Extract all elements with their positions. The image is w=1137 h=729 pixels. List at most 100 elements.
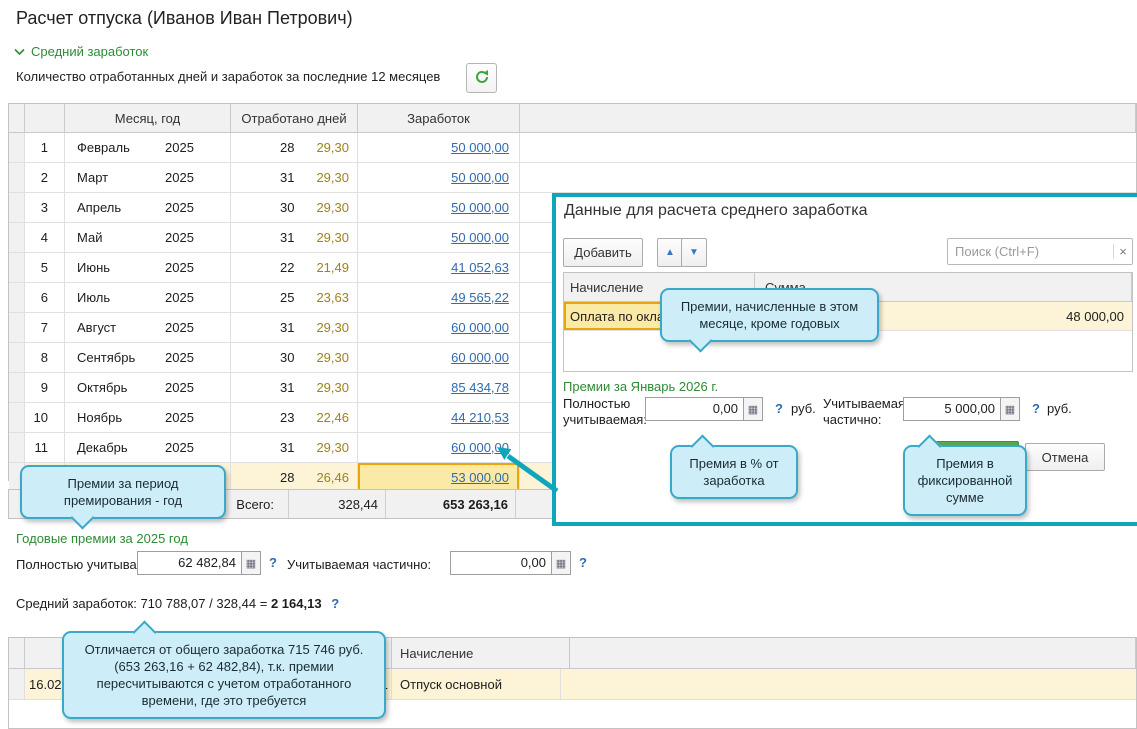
annual-premiums-link[interactable]: Годовые премии за 2025 год — [16, 531, 188, 546]
days-worked-cell[interactable]: 28 29,30 — [231, 133, 358, 162]
days-worked-cell[interactable]: 31 29,30 — [231, 163, 358, 192]
row-selector-cell[interactable] — [9, 343, 25, 372]
month-year-cell[interactable]: Май 2025 — [65, 223, 231, 252]
days-worked-cell[interactable]: 23 22,46 — [231, 403, 358, 432]
row-selector-cell[interactable] — [9, 193, 25, 222]
earnings-link[interactable]: 41 052,63 — [451, 260, 509, 275]
section-toggle-average-earnings[interactable]: Средний заработок — [14, 44, 148, 59]
earnings-cell[interactable]: 49 565,22 — [358, 283, 520, 312]
calendar-days: 29,30 — [316, 140, 349, 155]
accrual-name-cell[interactable]: Отпуск основной — [392, 669, 561, 699]
days-worked-cell[interactable]: 30 29,30 — [231, 343, 358, 372]
annual-partial-label: Учитываемая частично: — [287, 557, 432, 572]
earnings-link[interactable]: 44 210,53 — [451, 410, 509, 425]
row-selector-cell[interactable] — [9, 163, 25, 192]
earnings-cell[interactable]: 50 000,00 — [358, 163, 520, 192]
earnings-link[interactable]: 60 000,00 — [451, 320, 509, 335]
month-label: Июнь — [77, 260, 111, 275]
move-up-button[interactable]: ▲ — [657, 238, 683, 267]
earnings-cell[interactable]: 50 000,00 — [358, 223, 520, 252]
earnings-link[interactable]: 50 000,00 — [451, 140, 509, 155]
earnings-link[interactable]: 85 434,78 — [451, 380, 509, 395]
month-year-cell[interactable]: Июль 2025 — [65, 283, 231, 312]
days-worked-cell[interactable]: 31 29,30 — [231, 223, 358, 252]
search-input[interactable]: Поиск (Ctrl+F) × — [947, 238, 1133, 265]
days-worked-cell[interactable]: 30 29,30 — [231, 193, 358, 222]
accrual-empty-cell[interactable] — [561, 669, 1136, 699]
totals-earnings: 653 263,16 — [386, 490, 516, 518]
month-year-cell[interactable]: Декабрь 2025 — [65, 433, 231, 462]
earnings-link[interactable]: 50 000,00 — [451, 200, 509, 215]
move-down-button[interactable]: ▼ — [681, 238, 707, 267]
earnings-link[interactable]: 50 000,00 — [451, 170, 509, 185]
calculator-icon[interactable]: ▦ — [551, 552, 570, 574]
earnings-link[interactable]: 60 000,00 — [451, 350, 509, 365]
year-label: 2025 — [165, 230, 194, 245]
refresh-button[interactable] — [466, 63, 497, 93]
days-worked-cell[interactable]: 31 29,30 — [231, 433, 358, 462]
earnings-link[interactable]: 49 565,22 — [451, 290, 509, 305]
month-year-cell[interactable]: Июнь 2025 — [65, 253, 231, 282]
row-selector-cell[interactable] — [9, 253, 25, 282]
row-selector-cell[interactable] — [9, 283, 25, 312]
tooltip-percent-premium: Премия в % от заработка — [670, 434, 798, 499]
row-selector-cell[interactable] — [9, 433, 25, 462]
row-empty-cell[interactable] — [520, 163, 1136, 192]
help-icon[interactable]: ? — [331, 596, 339, 611]
annual-fully-value[interactable]: 62 482,84 — [138, 552, 241, 574]
earnings-cell[interactable]: 41 052,63 — [358, 253, 520, 282]
days-worked-cell[interactable]: 22 21,49 — [231, 253, 358, 282]
month-year-cell[interactable]: Март 2025 — [65, 163, 231, 192]
dialog-fully-value[interactable]: 0,00 — [646, 398, 743, 420]
worked-days-caption: Количество отработанных дней и заработок… — [16, 69, 441, 84]
row-number-cell: 1 — [25, 133, 65, 162]
earnings-cell[interactable]: 85 434,78 — [358, 373, 520, 402]
earnings-cell[interactable]: 60 000,00 — [358, 343, 520, 372]
dialog-partial-value[interactable]: 5 000,00 — [904, 398, 1000, 420]
annual-partial-input[interactable]: 0,00 ▦ — [450, 551, 571, 575]
earnings-cell[interactable]: 50 000,00 — [358, 193, 520, 222]
annual-fully-input[interactable]: 62 482,84 ▦ — [137, 551, 261, 575]
earnings-cell[interactable]: 60 000,00 — [358, 313, 520, 342]
dialog-partial-input[interactable]: 5 000,00 ▦ — [903, 397, 1020, 421]
calculator-icon[interactable]: ▦ — [1000, 398, 1019, 420]
month-year-cell[interactable]: Апрель 2025 — [65, 193, 231, 222]
add-button[interactable]: Добавить — [563, 238, 643, 267]
earnings-cell[interactable]: 53 000,00 — [358, 463, 520, 492]
days-worked-cell[interactable]: 31 29,30 — [231, 313, 358, 342]
earnings-link[interactable]: 50 000,00 — [451, 230, 509, 245]
month-year-cell[interactable]: Август 2025 — [65, 313, 231, 342]
calculator-icon[interactable]: ▦ — [241, 552, 260, 574]
row-empty-cell[interactable] — [520, 133, 1136, 162]
annual-partial-value[interactable]: 0,00 — [451, 552, 551, 574]
calculator-icon[interactable]: ▦ — [743, 398, 762, 420]
days-worked-cell[interactable]: 25 23,63 — [231, 283, 358, 312]
days-worked-cell[interactable]: 28 26,46 — [231, 463, 358, 492]
earnings-cell[interactable]: 50 000,00 — [358, 133, 520, 162]
dialog-fully-input[interactable]: 0,00 ▦ — [645, 397, 763, 421]
monthly-premiums-link[interactable]: Премии за Январь 2026 г. — [563, 379, 718, 394]
help-icon[interactable]: ? — [269, 555, 277, 570]
help-icon[interactable]: ? — [775, 401, 783, 416]
earnings-link[interactable]: 53 000,00 — [451, 470, 509, 485]
month-year-cell[interactable]: Ноябрь 2025 — [65, 403, 231, 432]
row-selector-cell[interactable] — [9, 669, 25, 699]
earnings-row[interactable]: 1 Февраль 2025 28 29,30 50 000,00 — [9, 133, 1136, 163]
row-selector-cell[interactable] — [9, 313, 25, 342]
earnings-cell[interactable]: 60 000,00 — [358, 433, 520, 462]
days-worked-cell[interactable]: 31 29,30 — [231, 373, 358, 402]
row-selector-cell[interactable] — [9, 223, 25, 252]
row-selector-cell[interactable] — [9, 403, 25, 432]
help-icon[interactable]: ? — [579, 555, 587, 570]
earnings-link[interactable]: 60 000,00 — [451, 440, 509, 455]
cancel-button[interactable]: Отмена — [1025, 443, 1105, 471]
month-year-cell[interactable]: Февраль 2025 — [65, 133, 231, 162]
month-year-cell[interactable]: Октябрь 2025 — [65, 373, 231, 402]
help-icon[interactable]: ? — [1032, 401, 1040, 416]
earnings-row[interactable]: 2 Март 2025 31 29,30 50 000,00 — [9, 163, 1136, 193]
earnings-cell[interactable]: 44 210,53 — [358, 403, 520, 432]
row-selector-cell[interactable] — [9, 373, 25, 402]
month-year-cell[interactable]: Сентябрь 2025 — [65, 343, 231, 372]
row-selector-cell[interactable] — [9, 133, 25, 162]
clear-search-icon[interactable]: × — [1113, 244, 1132, 259]
